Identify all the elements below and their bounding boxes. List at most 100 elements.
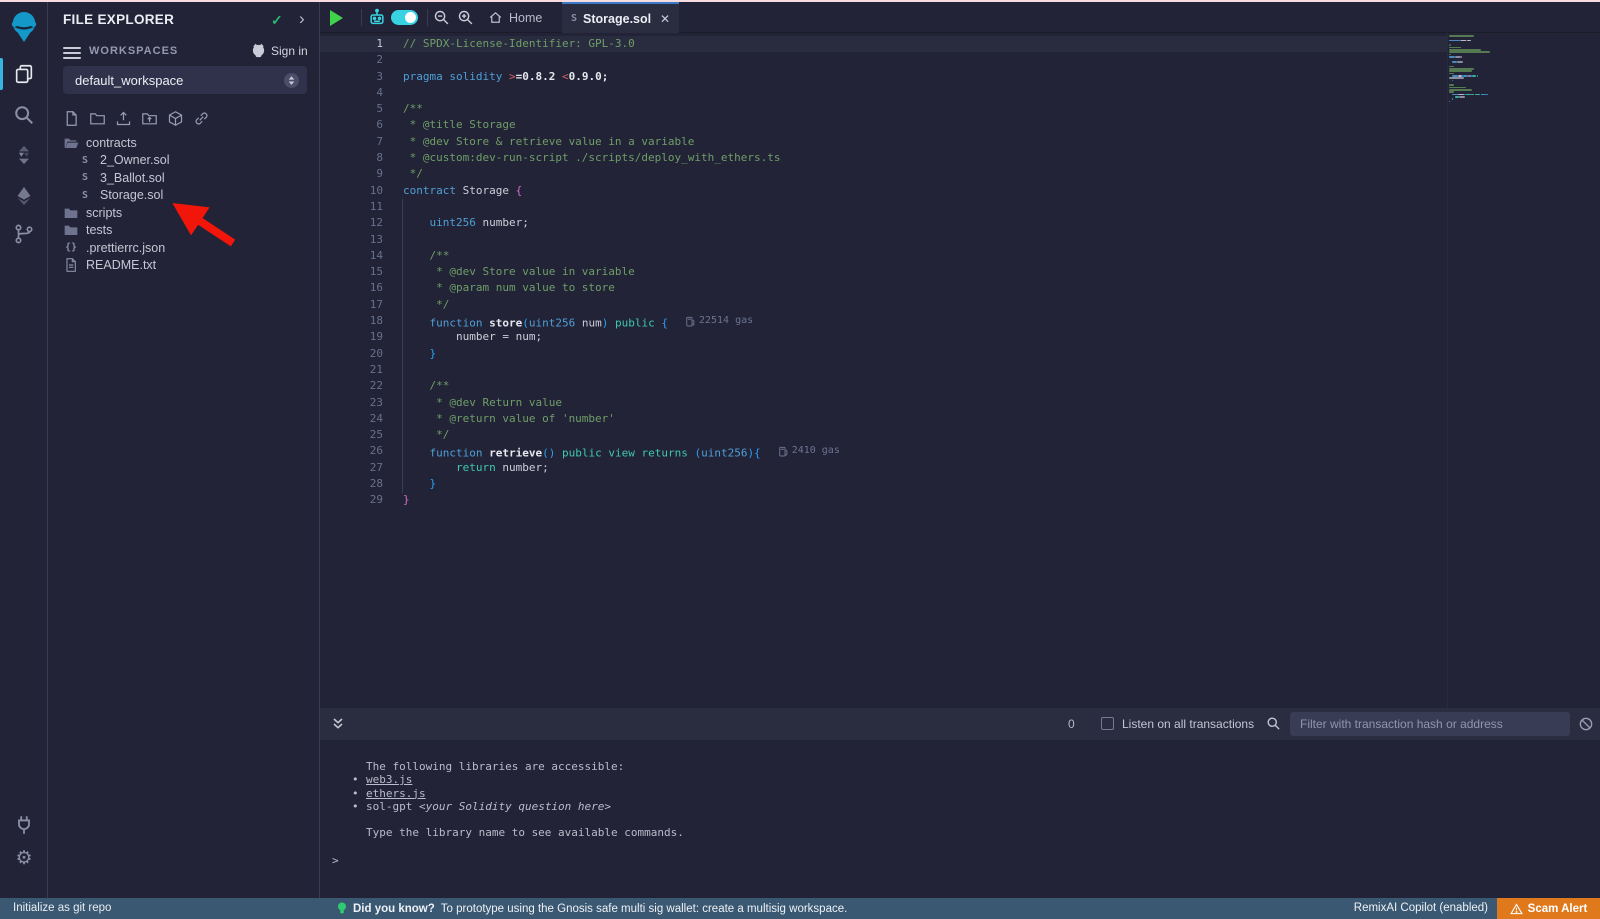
cube-icon[interactable] xyxy=(167,110,184,127)
line-number[interactable]: 6 xyxy=(320,117,383,133)
code-editor[interactable]: 1// SPDX-License-Identifier: GPL-3.023pr… xyxy=(320,33,1600,708)
line-number[interactable]: 11 xyxy=(320,199,383,215)
close-tab-icon[interactable]: ✕ xyxy=(660,12,670,26)
tree-item-2_Owner.sol[interactable]: S2_Owner.sol xyxy=(49,152,319,170)
github-sign-in[interactable]: Sign in xyxy=(251,43,308,58)
line-number[interactable]: 4 xyxy=(320,85,383,101)
plugin-manager-icon[interactable] xyxy=(13,814,35,836)
gas-estimate-annotation: 22514 gas xyxy=(686,313,753,329)
line-number[interactable]: 16 xyxy=(320,280,383,296)
workspaces-menu-icon[interactable] xyxy=(63,44,81,58)
tree-item-Storage.sol[interactable]: SStorage.sol xyxy=(49,187,319,205)
line-number[interactable]: 17 xyxy=(320,297,383,313)
code-lines: 1// SPDX-License-Identifier: GPL-3.023pr… xyxy=(320,36,840,509)
line-number[interactable]: 3 xyxy=(320,69,383,85)
terminal-link[interactable]: ethers.js xyxy=(366,787,426,800)
workspace-select[interactable]: default_workspace xyxy=(63,66,307,94)
tree-item-label: Storage.sol xyxy=(100,188,163,202)
line-number[interactable]: 20 xyxy=(320,346,383,362)
zoom-out-icon[interactable] xyxy=(433,2,450,33)
code-line-12: 12 uint256 number; xyxy=(320,215,840,231)
line-number[interactable]: 22 xyxy=(320,378,383,394)
upload-file-icon[interactable] xyxy=(115,110,132,127)
line-number[interactable]: 21 xyxy=(320,362,383,378)
line-number[interactable]: 8 xyxy=(320,150,383,166)
minimap-line xyxy=(1472,75,1476,77)
line-number[interactable]: 28 xyxy=(320,476,383,492)
code-text: contract Storage { xyxy=(383,183,522,199)
file-toolbar xyxy=(63,110,210,127)
file-explorer-icon[interactable] xyxy=(13,63,35,85)
solidity-file-icon: S xyxy=(571,13,577,24)
clear-console-ban-icon[interactable] xyxy=(1578,716,1594,732)
terminal-prompt[interactable]: > xyxy=(332,854,339,867)
line-number[interactable]: 23 xyxy=(320,395,383,411)
terminal-output[interactable]: The following libraries are accessible:•… xyxy=(320,740,1600,898)
line-number[interactable]: 25 xyxy=(320,427,383,443)
line-number[interactable]: 13 xyxy=(320,232,383,248)
code-text: number = num; xyxy=(383,329,542,345)
tab-home[interactable]: Home xyxy=(482,2,548,33)
tab-storage-sol[interactable]: S Storage.sol ✕ xyxy=(562,2,679,33)
deploy-run-icon[interactable] xyxy=(13,185,35,207)
settings-gear-icon[interactable]: ⚙ xyxy=(13,848,35,870)
code-text: * @custom:dev-run-script ./scripts/deplo… xyxy=(383,150,781,166)
ai-copilot-robot-icon[interactable] xyxy=(367,2,387,33)
tree-item-contracts[interactable]: contracts xyxy=(49,134,319,152)
line-number[interactable]: 24 xyxy=(320,411,383,427)
new-folder-icon[interactable] xyxy=(89,110,106,127)
solidity-compiler-icon[interactable] xyxy=(13,144,35,166)
run-script-button[interactable] xyxy=(330,2,356,33)
line-number[interactable]: 27 xyxy=(320,460,383,476)
line-number[interactable]: 18 xyxy=(320,313,383,329)
editor-scroll-border xyxy=(1447,33,1448,708)
terminal-collapse-icon[interactable] xyxy=(330,716,346,732)
terminal-link[interactable]: web3.js xyxy=(366,773,412,786)
git-init-status[interactable]: Initialize as git repo xyxy=(13,902,111,914)
code-line-18: 18 function store(uint256 num) public {2… xyxy=(320,313,840,329)
code-text xyxy=(383,199,403,215)
copilot-toggle[interactable] xyxy=(391,2,419,33)
code-text: uint256 number; xyxy=(383,215,529,231)
link-icon[interactable] xyxy=(193,110,210,127)
upload-folder-icon[interactable] xyxy=(141,110,158,127)
line-number[interactable]: 29 xyxy=(320,492,383,508)
line-number[interactable]: 26 xyxy=(320,443,383,459)
line-number[interactable]: 7 xyxy=(320,134,383,150)
tree-item-.prettierrc.json[interactable]: {}.prettierrc.json xyxy=(49,239,319,257)
lightbulb-icon xyxy=(337,902,347,915)
line-number[interactable]: 5 xyxy=(320,101,383,117)
line-number[interactable]: 10 xyxy=(320,183,383,199)
code-line-6: 6 * @title Storage xyxy=(320,117,840,133)
copilot-status[interactable]: RemixAI Copilot (enabled) xyxy=(1354,902,1488,914)
terminal-text: The following libraries are accessible: xyxy=(366,760,624,773)
code-text: // SPDX-License-Identifier: GPL-3.0 xyxy=(383,36,635,52)
line-number[interactable]: 9 xyxy=(320,166,383,182)
code-text: * @param num value to store xyxy=(383,280,615,296)
indent-guide xyxy=(402,199,403,493)
tree-item-scripts[interactable]: scripts xyxy=(49,204,319,222)
search-icon[interactable] xyxy=(13,104,35,126)
tree-item-README.txt[interactable]: README.txt xyxy=(49,257,319,275)
folder-icon xyxy=(63,206,79,219)
line-number[interactable]: 14 xyxy=(320,248,383,264)
line-number[interactable]: 1 xyxy=(320,36,383,52)
line-number[interactable]: 19 xyxy=(320,329,383,345)
code-line-9: 9 */ xyxy=(320,166,840,182)
code-line-8: 8 * @custom:dev-run-script ./scripts/dep… xyxy=(320,150,840,166)
tree-item-3_Ballot.sol[interactable]: S3_Ballot.sol xyxy=(49,169,319,187)
scam-alert-button[interactable]: Scam Alert xyxy=(1497,898,1600,919)
line-number[interactable]: 15 xyxy=(320,264,383,280)
tree-item-label: tests xyxy=(86,223,112,237)
new-file-icon[interactable] xyxy=(63,110,80,127)
zoom-in-icon[interactable] xyxy=(457,2,474,33)
listen-all-checkbox[interactable] xyxy=(1101,717,1114,730)
line-number[interactable]: 12 xyxy=(320,215,383,231)
minimap-line xyxy=(1449,35,1474,37)
transaction-filter-input[interactable] xyxy=(1290,712,1570,736)
line-number[interactable]: 2 xyxy=(320,52,383,68)
tree-item-tests[interactable]: tests xyxy=(49,222,319,240)
minimap-line xyxy=(1449,44,1451,46)
git-icon[interactable] xyxy=(13,223,35,245)
panel-expand-chevron-icon[interactable]: › xyxy=(299,9,305,29)
